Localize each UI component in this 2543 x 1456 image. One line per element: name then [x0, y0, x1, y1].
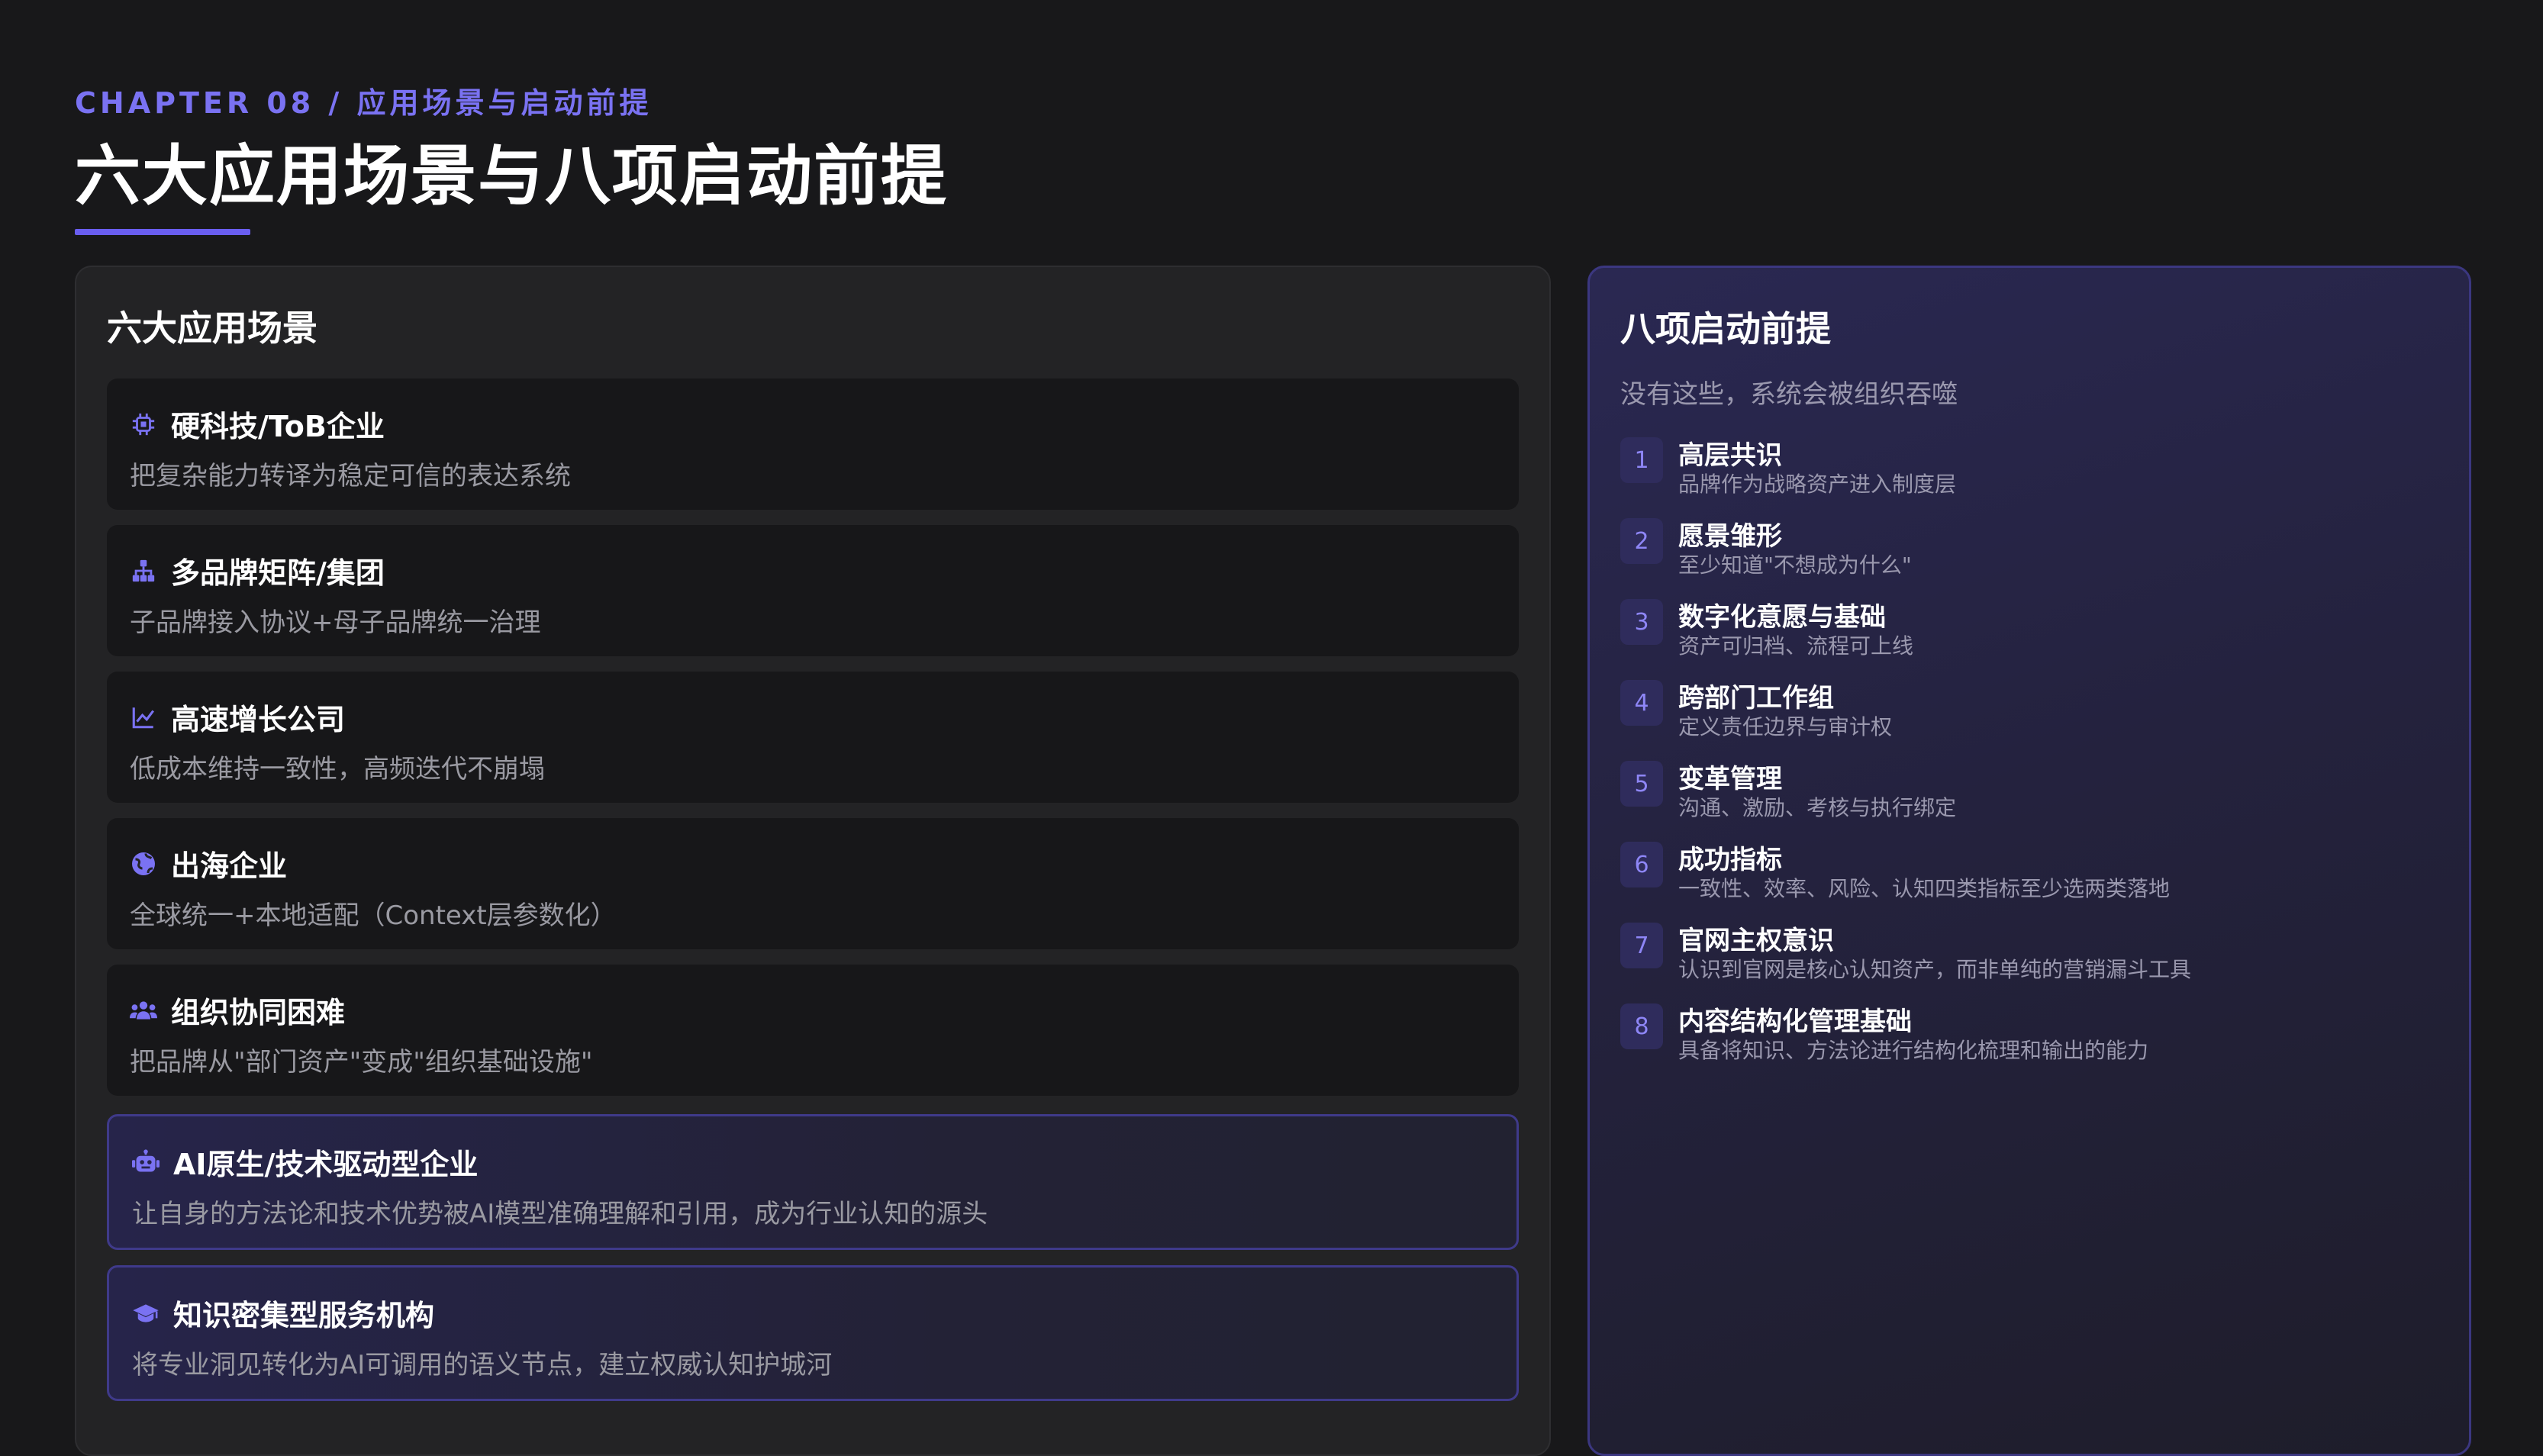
scenes-panel: 六大应用场景 硬科技/ToB企业 把复杂能力转译为稳定可信的表达系统 多品牌矩阵… [75, 266, 1551, 1456]
scene-title: 知识密集型服务机构 [173, 1299, 435, 1332]
premise-number: 7 [1620, 923, 1663, 968]
sitemap-icon [130, 557, 157, 585]
premise-title: 跨部门工作组 [1678, 683, 1834, 714]
scenes-heading: 六大应用场景 [107, 308, 317, 349]
premise-number: 4 [1620, 680, 1663, 726]
scene-card-growth: 高速增长公司 低成本维持一致性，高频迭代不崩塌 [107, 672, 1519, 803]
scene-desc: 把复杂能力转译为稳定可信的表达系统 [130, 461, 571, 491]
premises-subtitle: 没有这些，系统会被组织吞噬 [1620, 379, 1958, 410]
scene-title: 组织协同困难 [171, 996, 346, 1029]
chart-line-icon [130, 704, 157, 731]
scene-desc: 把品牌从"部门资产"变成"组织基础设施" [130, 1047, 593, 1078]
premise-item: 8 内容结构化管理基础 具备将知识、方法论进行结构化梳理和输出的能力 [1620, 1000, 2445, 1069]
scene-card-knowledge: 知识密集型服务机构 将专业洞见转化为AI可调用的语义节点，建立权威认知护城河 [107, 1265, 1519, 1401]
premise-title: 数字化意愿与基础 [1678, 602, 1886, 633]
premise-number: 3 [1620, 599, 1663, 645]
premise-item: 7 官网主权意识 认识到官网是核心认知资产，而非单纯的营销漏斗工具 [1620, 920, 2445, 988]
scene-card-collab: 组织协同困难 把品牌从"部门资产"变成"组织基础设施" [107, 965, 1519, 1096]
scene-title: AI原生/技术驱动型企业 [173, 1148, 479, 1181]
premise-item: 5 变革管理 沟通、激励、考核与执行绑定 [1620, 758, 2445, 826]
users-icon [130, 997, 157, 1024]
scene-title: 多品牌矩阵/集团 [171, 556, 385, 590]
premises-panel: 八项启动前提 没有这些，系统会被组织吞噬 1 高层共识 品牌作为战略资产进入制度… [1587, 266, 2471, 1456]
scene-card-multibrand: 多品牌矩阵/集团 子品牌接入协议+母子品牌统一治理 [107, 525, 1519, 656]
scene-desc: 让自身的方法论和技术优势被AI模型准确理解和引用，成为行业认知的源头 [132, 1199, 988, 1229]
premise-desc: 一致性、效率、风险、认知四类指标至少选两类落地 [1678, 876, 2171, 901]
scene-card-hardtech: 硬科技/ToB企业 把复杂能力转译为稳定可信的表达系统 [107, 378, 1519, 510]
scene-desc: 全球统一+本地适配（Context层参数化） [130, 900, 617, 931]
premise-desc: 至少知道"不想成为什么" [1678, 552, 1912, 578]
premise-number: 6 [1620, 842, 1663, 887]
premise-desc: 认识到官网是核心认知资产，而非单纯的营销漏斗工具 [1678, 957, 2192, 982]
premise-desc: 具备将知识、方法论进行结构化梳理和输出的能力 [1678, 1038, 2149, 1063]
globe-icon [130, 850, 157, 878]
premise-desc: 沟通、激励、考核与执行绑定 [1678, 795, 1957, 820]
chapter-label: CHAPTER 08 / 应用场景与启动前提 [75, 86, 653, 120]
premise-number: 1 [1620, 437, 1663, 483]
scene-desc: 将专业洞见转化为AI可调用的语义节点，建立权威认知护城河 [132, 1350, 833, 1380]
premise-title: 成功指标 [1678, 845, 1782, 875]
chip-icon [130, 411, 157, 438]
scene-card-ai-native: AI原生/技术驱动型企业 让自身的方法论和技术优势被AI模型准确理解和引用，成为… [107, 1114, 1519, 1250]
premise-number: 5 [1620, 761, 1663, 807]
title-underline [75, 229, 250, 235]
scene-title: 高速增长公司 [171, 703, 346, 736]
scene-card-global: 出海企业 全球统一+本地适配（Context层参数化） [107, 818, 1519, 949]
graduation-cap-icon [132, 1300, 160, 1327]
premise-item: 1 高层共识 品牌作为战略资产进入制度层 [1620, 434, 2445, 503]
premise-item: 6 成功指标 一致性、效率、风险、认知四类指标至少选两类落地 [1620, 839, 2445, 907]
premise-title: 官网主权意识 [1678, 926, 1834, 956]
premise-desc: 定义责任边界与审计权 [1678, 714, 1893, 739]
robot-icon [132, 1148, 160, 1176]
scene-title: 出海企业 [171, 849, 288, 883]
premise-title: 内容结构化管理基础 [1678, 1007, 1912, 1037]
scene-title: 硬科技/ToB企业 [171, 410, 385, 443]
premise-number: 8 [1620, 1003, 1663, 1049]
scene-desc: 低成本维持一致性，高频迭代不崩塌 [130, 754, 545, 784]
premises-heading: 八项启动前提 [1620, 308, 1831, 350]
premise-item: 4 跨部门工作组 定义责任边界与审计权 [1620, 677, 2445, 746]
premise-item: 3 数字化意愿与基础 资产可归档、流程可上线 [1620, 596, 2445, 665]
premise-desc: 品牌作为战略资产进入制度层 [1678, 472, 1957, 497]
premise-title: 高层共识 [1678, 440, 1782, 471]
premise-title: 愿景雏形 [1678, 521, 1782, 552]
page-title: 六大应用场景与八项启动前提 [75, 138, 948, 214]
premise-number: 2 [1620, 518, 1663, 564]
scene-desc: 子品牌接入协议+母子品牌统一治理 [130, 607, 541, 638]
premise-item: 2 愿景雏形 至少知道"不想成为什么" [1620, 515, 2445, 584]
premise-title: 变革管理 [1678, 764, 1782, 794]
premise-desc: 资产可归档、流程可上线 [1678, 633, 1914, 659]
